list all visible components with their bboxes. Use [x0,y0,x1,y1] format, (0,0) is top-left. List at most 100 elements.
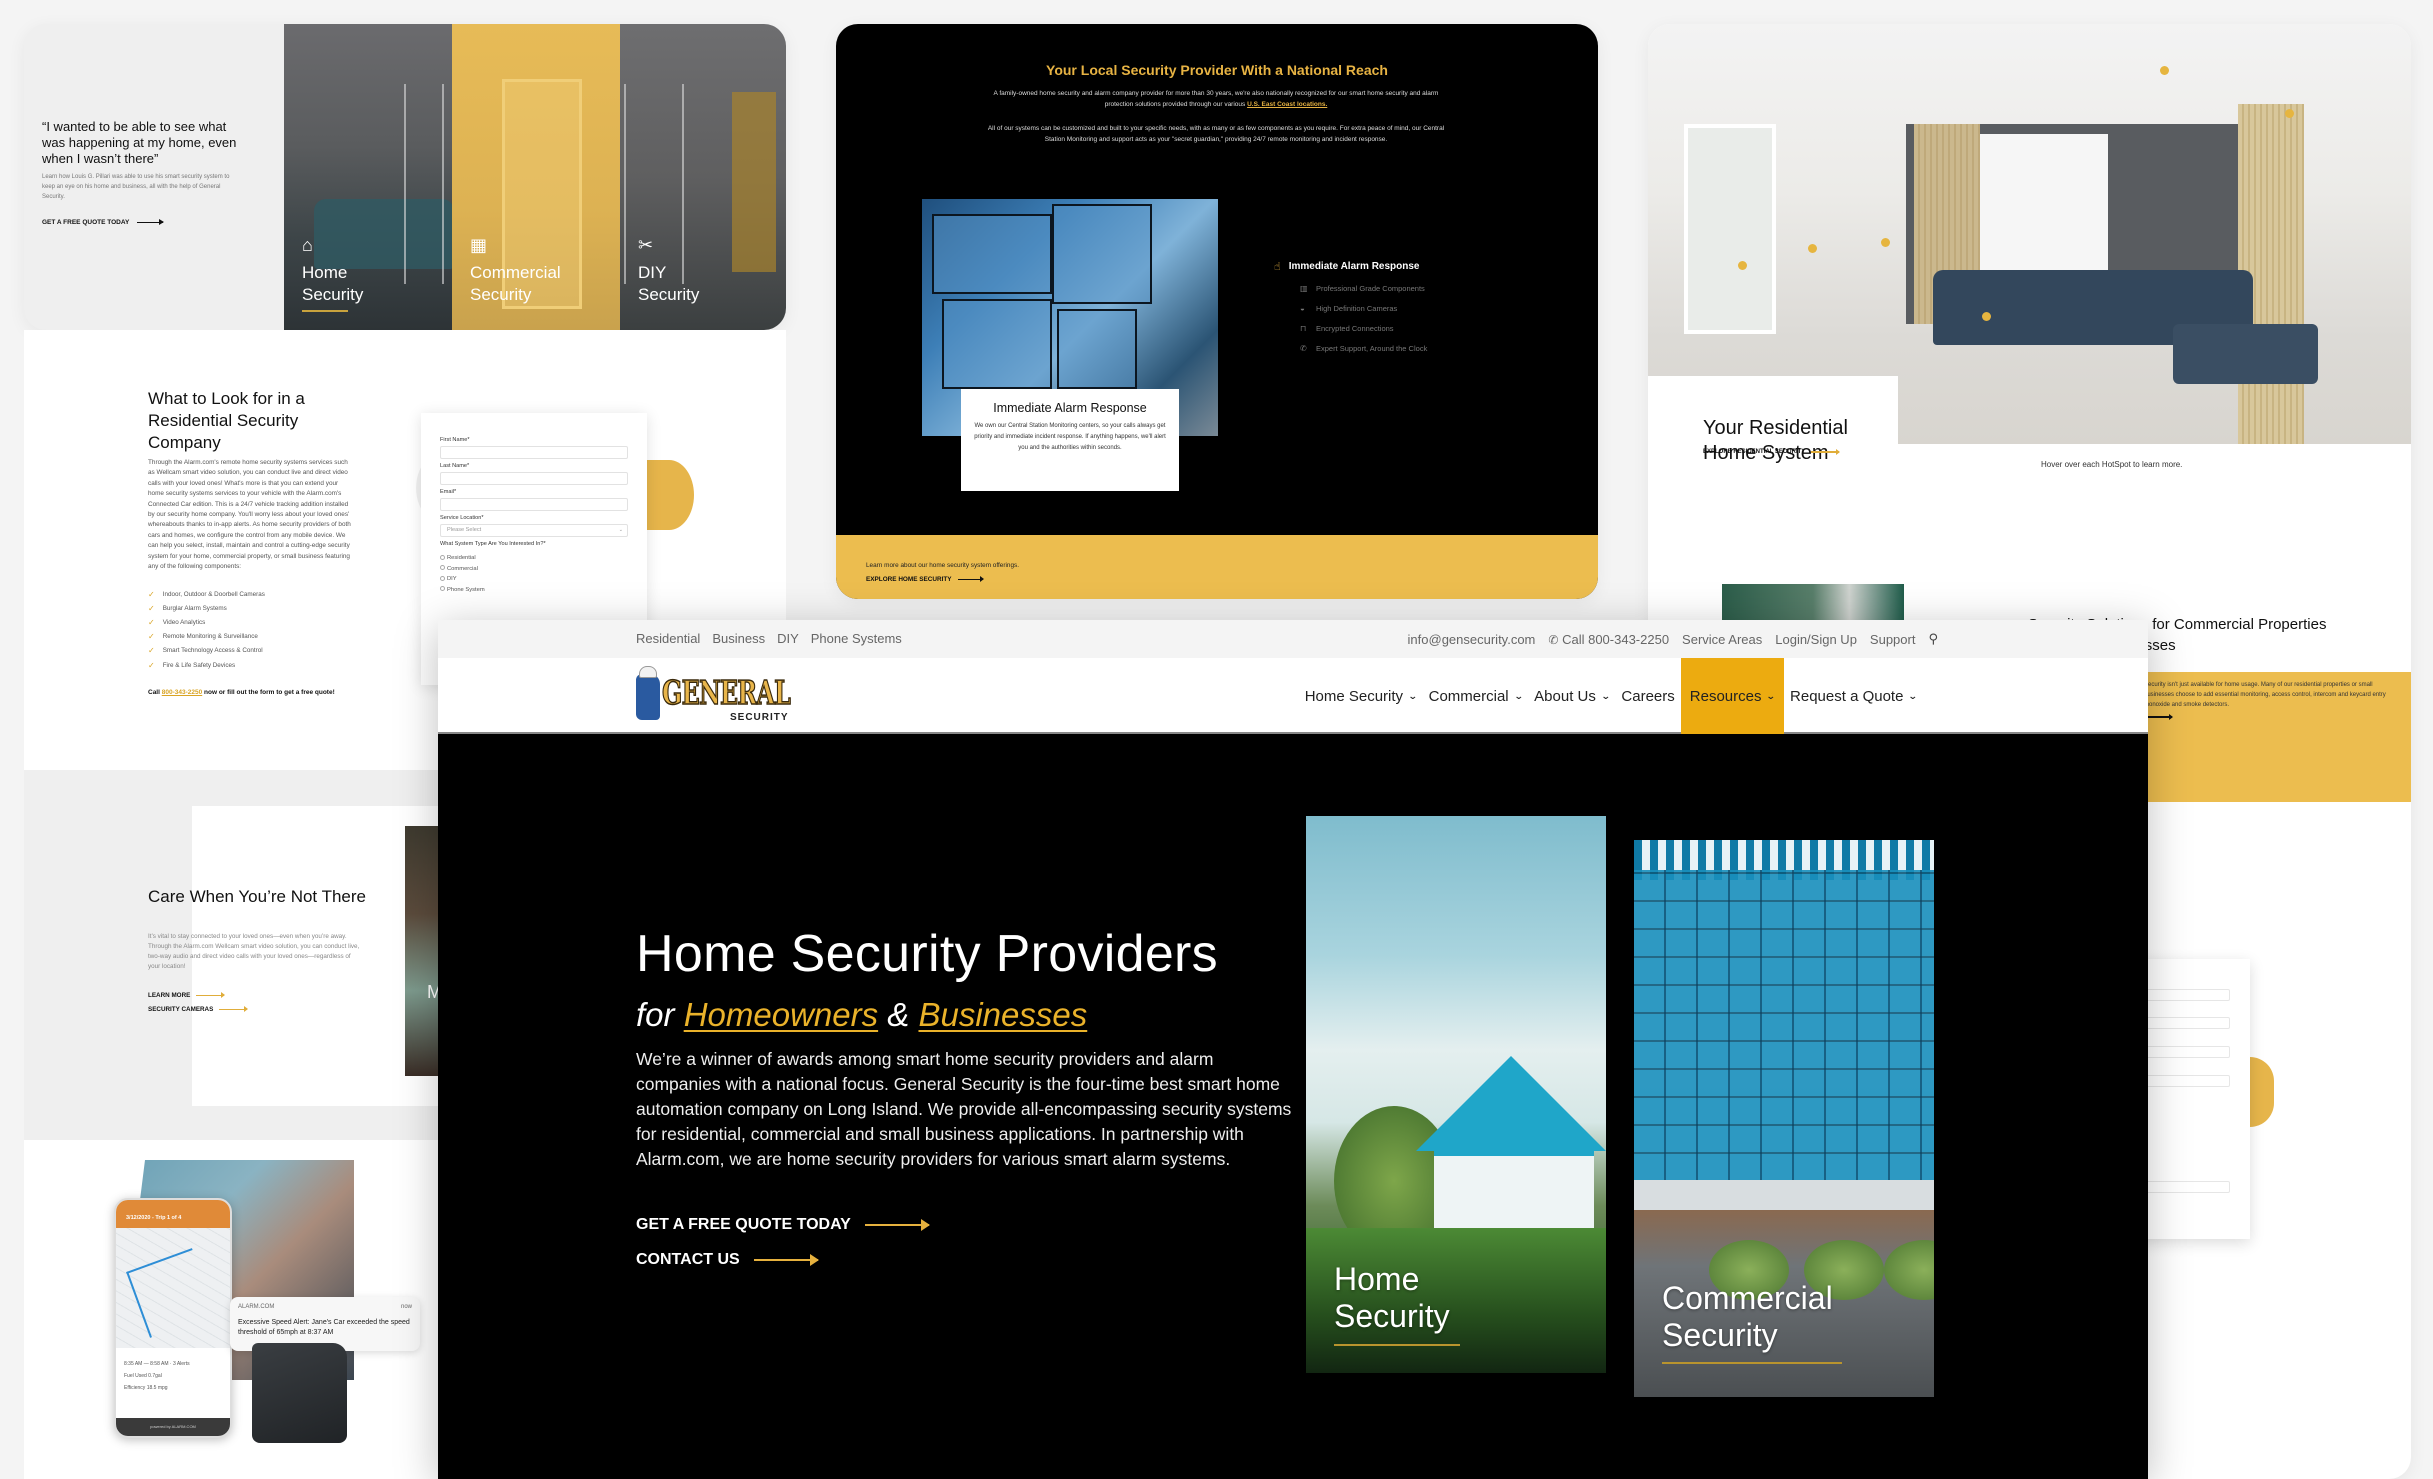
free-quote-label: GET A FREE QUOTE TODAY [42,219,130,226]
service-areas-link[interactable]: Service Areas [1682,632,1762,647]
panel-home-security[interactable]: ⌂ Home Security [284,24,452,330]
topbar-link-business[interactable]: Business [712,631,765,646]
hero-title: Home Security Providers [636,925,1218,983]
nav-resources[interactable]: Resources ⌄ [1680,658,1785,734]
feature-item[interactable]: ⊓ Encrypted Connections [1300,324,1427,333]
check-icon: ✓ [148,660,155,670]
arrow-right-icon [1811,449,1841,454]
email-link[interactable]: info@gensecurity.com [1408,632,1536,647]
shelf-image [404,84,444,284]
first-name-label: First Name* [440,437,470,443]
hotspot[interactable] [2160,66,2169,75]
hotspot[interactable] [1738,261,1747,270]
arrow-right-icon [219,1006,249,1012]
route-line [126,1248,216,1338]
businesses-link[interactable]: Businesses [918,996,1087,1033]
trip-stats: 8:35 AM — 8:58 AM · 3 Alerts Fuel Used 0… [124,1361,190,1391]
panel-diy-security[interactable]: ✂ DIY Security [620,24,786,330]
check-icon: ✓ [148,646,155,656]
arrow-right-icon[interactable] [2144,714,2173,719]
caption-body: We own our Central Station Monitoring ce… [974,423,1166,451]
trip-map [116,1228,230,1348]
east-coast-link[interactable]: U.S. East Coast locations. [1247,101,1327,108]
chevron-down-icon: ⌄ [1766,690,1777,701]
utility-bar: Residential Business DIY Phone Systems i… [438,620,2148,658]
testimonial-card: “I wanted to be able to see what was hap… [24,24,786,330]
hotspot[interactable] [2285,109,2294,118]
nav-request-quote[interactable]: Request a Quote ⌄ [1784,658,1923,734]
radio-residential[interactable]: Residential [440,553,628,564]
main-navbar: GENERAL SECURITY Home Security ⌄ Commerci… [438,658,2148,734]
topbar-link-phone-systems[interactable]: Phone Systems [811,631,902,646]
learn-more-link[interactable]: LEARN MORE [148,992,226,999]
first-name-field[interactable] [440,446,628,459]
panel-label: Home Security [302,263,364,304]
primary-nav: Home Security ⌄ Commercial ⌄ About Us ⌄ Car… [1299,658,1923,734]
home-security-tile[interactable]: Home Security [1306,816,1606,1373]
car-dongle-image [252,1343,347,1443]
hotspot[interactable] [1982,312,1991,321]
support-link[interactable]: Support [1870,632,1916,647]
chevron-down-icon: ⌄ [1908,690,1919,701]
homeowners-link[interactable]: Homeowners [684,996,878,1033]
list-item: ✓ Fire & Life Safety Devices [148,660,236,670]
national-reach-card: Your Local Security Provider With a Nati… [836,24,1598,599]
house-image [1416,1056,1606,1248]
nav-about-us[interactable]: About Us ⌄ [1528,658,1615,734]
radio-commercial[interactable]: Commercial [440,564,628,575]
nav-commercial[interactable]: Commercial ⌄ [1423,658,1529,734]
explore-home-security-link[interactable]: EXPLORE HOME SECURITY [866,576,1568,583]
national-reach-title: Your Local Security Provider With a Nati… [1046,62,1388,78]
arrow-right-icon [196,992,226,998]
feature-item[interactable]: ✆ Expert Support, Around the Clock [1300,344,1427,353]
nav-home-security[interactable]: Home Security ⌄ [1299,658,1423,734]
arrow-right-icon [864,1219,930,1230]
hero-body: We’re a winner of awards among smart hom… [636,1049,1292,1169]
service-location-label: Service Location* [440,515,484,521]
logo-subtitle: SECURITY [730,712,789,723]
logo[interactable]: GENERAL SECURITY [636,666,804,726]
hotspot[interactable] [1881,238,1890,247]
alarm-response-caption: Immediate Alarm Response We own our Cent… [961,389,1179,491]
radio-phone-system[interactable]: Phone System [440,585,628,596]
list-item: ✓ Video Analytics [148,617,206,627]
check-icon: ✓ [148,603,155,613]
notif-time: now [400,1304,412,1310]
panel-commercial-security[interactable]: ▦ Commercial Security [452,24,620,330]
alarm-hand-icon: ☝ [1274,261,1281,273]
login-link[interactable]: Login/Sign Up [1775,632,1857,647]
home-system-caption: Your Residential Home System [1648,376,1898,474]
commercial-security-tile[interactable]: Commercial Security [1634,840,1934,1397]
feature-active[interactable]: ☝ Immediate Alarm Response [1274,260,1427,273]
radio-diy[interactable]: DIY [440,574,628,585]
tile-underline [1334,1344,1460,1346]
testimonial-quote: “I wanted to be able to see what was hap… [42,119,237,166]
last-name-field[interactable] [440,472,628,485]
topbar-link-residential[interactable]: Residential [636,631,700,646]
logo-wordmark: GENERAL [661,673,791,713]
free-quote-cta[interactable]: GET A FREE QUOTE TODAY [636,1216,930,1234]
chevron-down-icon: ⌄ [1407,690,1418,701]
feature-item[interactable]: ◒ High Definition Cameras [1300,304,1427,313]
notif-app: ALARM.COM [238,1304,275,1310]
service-location-select[interactable]: Please Select ⌄ [440,524,628,537]
free-quote-link[interactable]: GET A FREE QUOTE TODAY [42,219,165,226]
nav-careers[interactable]: Careers [1615,658,1680,734]
hero-section: Home Security Providers for Homeowners &… [438,734,2148,1479]
list-item: ✓ Remote Monitoring & Surveillance [148,632,258,642]
hero-subtitle: for Homeowners & Businesses [636,996,1088,1033]
arrow-right-icon [753,1254,819,1265]
search-icon[interactable]: ⚲ [1928,631,1938,647]
topbar-link-diy[interactable]: DIY [777,631,799,646]
email-field[interactable] [440,498,628,511]
contact-us-cta[interactable]: CONTACT US [636,1251,819,1269]
security-cameras-link[interactable]: SECURITY CAMERAS [148,1006,249,1013]
explore-residential-link[interactable]: EXPLORE RESIDENTIAL SECURITY [1703,449,1841,455]
testimonial-subtext: Learn how Louis G. Pillari was able to u… [42,174,230,200]
call-link[interactable]: ✆ Call 800-343-2250 [1548,632,1669,647]
feature-item[interactable]: ▥ Professional Grade Components [1300,284,1427,293]
hotspot[interactable] [1808,244,1817,253]
phone-link[interactable]: 800-343-2250 [162,689,202,696]
lock-icon: ⊓ [1300,324,1307,333]
decorative-blob [644,460,694,530]
